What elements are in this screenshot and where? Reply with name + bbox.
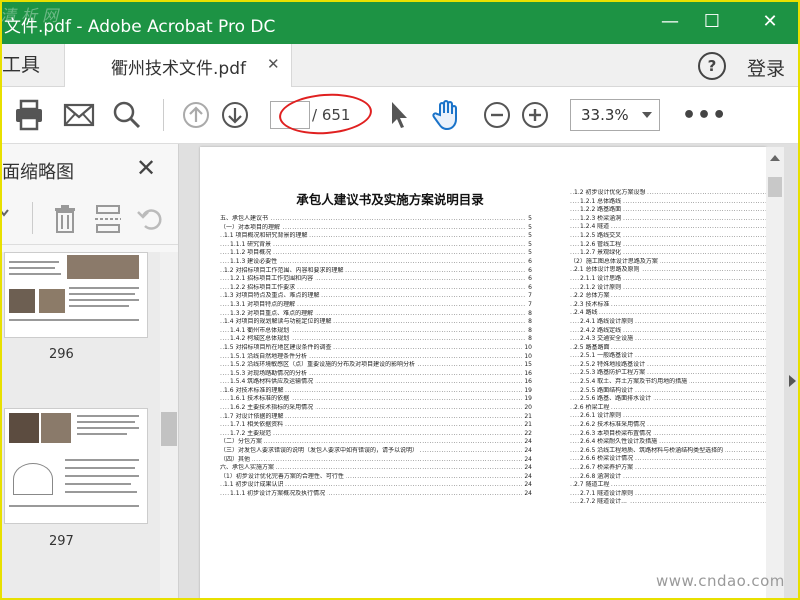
toc-entry-title: 2.6.5 沿线工程地质、筑路材料与桥涵结构类型选择的 [580,446,726,454]
toc-entry-title: 1.2.2 招标项目工作要求 [230,283,298,291]
toc-entry-title: 1.3 对项目特点及重点、难点的理解 [224,292,322,300]
toc-entry-title: 2.6.3 本项目桥梁布置情况 [580,429,654,437]
toc-entry-title: 2.4.3 交通安全设施 [580,335,636,343]
toc-entry-title: 1.2.6 管线工程 [580,240,624,248]
toc-entry-title: 1.6.2 主要技术指标的采用情况 [230,404,316,412]
toc-entry-title: （1）初步设计优化完善方案的合理性、可行性 [220,472,346,480]
toc-entry-title: 1.1 项目概况和研究背景的理解 [224,232,310,240]
toc-entry-title: 2.6.2 技术标准采用情况 [580,421,648,429]
toc-entry-title: 1.2.1 招标项目工作范围和内容 [230,275,316,283]
toc-entry-title: 六、承包人实施方案 [220,464,277,472]
toc-entry-title: 2.4.2 路线定线 [580,326,624,334]
toc-entry-title: 1.2.2 路基路面 [580,206,624,214]
toc-entry-title: 1.2 初步设计优化方案设想 [574,189,648,196]
toc-entry-title: 2.7.2 隧道设计... [580,498,629,506]
toc-entry-title: 1.2 对招标项目工作范围、内容和要求的理解 [224,266,346,274]
toc-entry-title: 2.5 路基路面 [574,343,612,351]
toc-entry-title: 1.7.1 相关依据资料 [230,421,286,429]
toc-entry-title: 1.6 对技术标准的理解 [224,386,286,394]
toc-entry-title: （二）分包方案 [220,438,265,446]
screenshot-frame [0,0,800,600]
toc-entry-title: 2.6.8 涵洞设计 [580,472,624,480]
toc-entry-title: 1.2.7 景观绿化 [580,249,624,257]
toc-entry-title: （四）其他 [220,455,253,463]
toc-entry-title: 2.7.1 隧道设计原则 [580,489,636,497]
toc-entry-title: 1.2.3 桥梁涵洞 [580,214,624,222]
toc-entry-title: 2.6.6 桥梁设计情况 [580,455,636,463]
toc-entry-title: 1.2.5 路线交叉 [580,231,624,239]
toc-entry-title: 1.1.2 项目概况 [230,249,274,257]
toc-entry-title: 2.2 总体方案 [574,292,612,300]
toc-entry-title: 1.1.3 建设必要性 [230,257,280,265]
toc-entry-title: 1.5 对招标项目所在地区建设条件的调查 [224,343,334,351]
toc-entry-title: 2.5.2 特殊地段路基设计 [580,360,648,368]
toc-entry-title: 2.6.7 桥梁养护方案 [580,464,636,471]
toc-entry-title: 1.2.4 隧道 [580,223,612,231]
toc-entry-title: 2.6 桥梁工程 [574,403,612,411]
toc-entry-title: 1.2.1 总体路线 [580,197,624,205]
toc-entry-title: 2.4 路线 [574,309,600,317]
toc-entry-title: 2.1.1 设计思路 [580,274,624,282]
toc-entry-title: （2）施工图总体设计思路及方案 [570,257,660,265]
toc-entry-title: 1.3.2 对项目重点、难点的理解 [230,309,316,317]
toc-entry-title: 1.7 对设计依据的理解 [224,412,286,420]
toc-entry-title: 2.5.6 路基、路面排水设计 [580,395,654,403]
toc-entry-title: 1.1.1 研究背景 [230,240,274,248]
toc-entry-title: 2.4.1 路线设计原则 [580,317,636,325]
toc-entry-title: 1.5.2 沿线环境敏感区（点）重要设施的分布及对项目建设的影响分析 [230,361,418,369]
toc-entry-title: 1.4 对项目的规划解读与功能定位的理解 [224,318,334,326]
toc-entry-title: 1.5.4 筑路材料供应及运输情况 [230,378,316,386]
toc-entry-title: 1.7.2 主要规范 [230,429,274,437]
toc-entry-title: 1.5.3 对现场踏勘情况的分析 [230,369,310,377]
toc-entry-title: 1.5.1 沿线自然地理条件分析 [230,352,310,360]
toc-entry-title: 1.3.1 对项目特点的理解 [230,300,298,308]
toc-entry-title: 2.7 隧道工程 [574,481,612,489]
toc-entry-title: 2.5.4 取土、弃土方案及节约用地的措施 [580,378,690,386]
toc-entry-title: 2.5.5 路面结构设计 [580,386,636,394]
toc-entry-title: 2.3 技术标准 [574,300,612,308]
toc-entry-title: （一）对本项目的理解 [220,223,283,231]
toc-entry-title: 2.1 总体设计思路及原则 [574,266,642,274]
toc-entry-title: 2.5.1 一般路基设计 [580,352,636,360]
toc-entry-title: 2.1.2 设计原则 [580,283,624,291]
toc-entry-title: 五、承包人建议书 [220,215,271,222]
toc-entry-title: 2.5.3 路基防护工程方案 [580,369,648,377]
toc-entry-title: 2.6.1 设计原则 [580,412,624,420]
toc-entry-title: 2.6.4 桥梁耐久性设计及措施 [580,438,660,446]
toc-entry-title: 1.4.2 柯城区总体规划 [230,335,292,343]
toc-entry-title: 1.1 初步设计成果认识 [224,481,286,489]
toc-entry-title: 1.4.1 衢州市总体规划 [230,326,292,334]
toc-entry-title: 1.1.1 初步设计方案概况及执行情况 [230,490,328,497]
toc-entry-title: 1.6.1 技术标准的依据 [230,395,292,403]
toc-entry-title: （三）对发包人要求错误的说明（发包人要求中如有错误的，请予以说明） [220,447,421,455]
